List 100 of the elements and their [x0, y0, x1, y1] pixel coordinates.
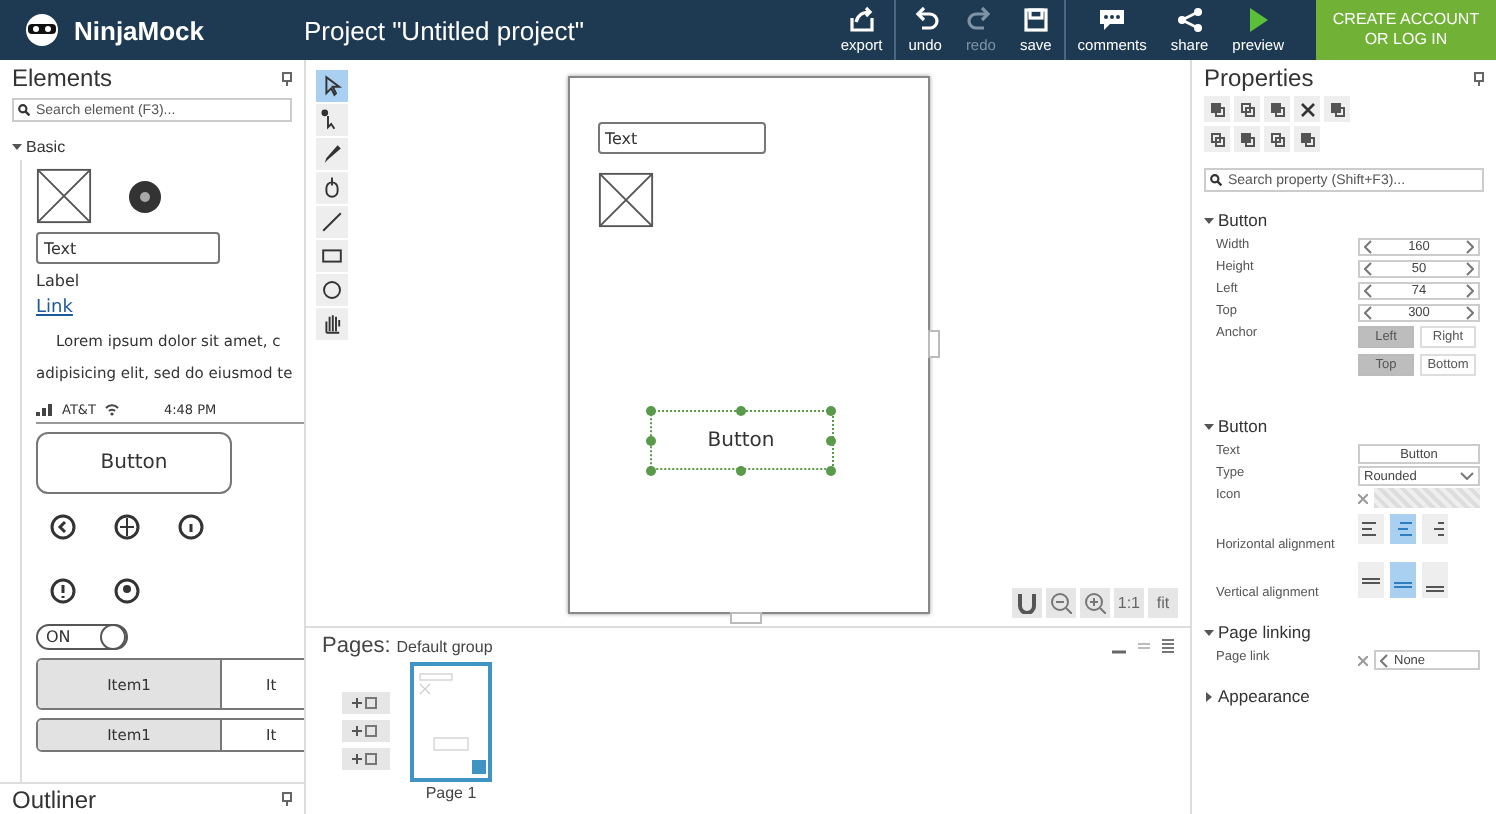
pen-icon [320, 142, 344, 166]
add-more-button[interactable] [342, 748, 390, 770]
layer-icon[interactable] [1264, 96, 1290, 122]
section-title[interactable]: Appearance [1218, 686, 1310, 706]
zoom-button[interactable]: 1:1 [1113, 588, 1144, 618]
resize-handle[interactable] [825, 466, 835, 476]
magnet-button[interactable] [1011, 588, 1042, 618]
tool-button[interactable] [316, 172, 348, 204]
page-thumbnail[interactable] [410, 662, 492, 782]
tool-button[interactable] [316, 70, 348, 102]
alignment-button[interactable] [1390, 514, 1416, 544]
layer-icon[interactable] [1234, 126, 1260, 152]
tool-button[interactable] [316, 104, 348, 136]
speech-bubble-icon [1098, 6, 1127, 34]
chevron-down-icon [1460, 472, 1474, 480]
add-more-icon [352, 752, 380, 766]
alignment-button[interactable] [1358, 562, 1384, 598]
resize-handle[interactable] [825, 436, 835, 446]
tool-button[interactable] [316, 138, 348, 170]
section-title[interactable]: Button [1218, 416, 1268, 436]
text-field[interactable]: Text [36, 232, 220, 264]
clear-icon[interactable] [1358, 655, 1368, 665]
resize-handle[interactable] [645, 466, 655, 476]
caret-icon[interactable] [12, 142, 22, 152]
close-icon[interactable] [1294, 96, 1320, 122]
caret-icon[interactable] [1204, 691, 1214, 701]
export-icon [847, 6, 876, 34]
resize-handle[interactable] [825, 406, 835, 416]
layer-icon[interactable] [1204, 126, 1230, 152]
rectangle-icon [320, 244, 344, 268]
tool-button[interactable] [316, 240, 348, 272]
signal-icon [36, 404, 54, 416]
tool-button[interactable] [316, 308, 348, 340]
section-title[interactable]: Button [1218, 210, 1268, 230]
resize-handle[interactable] [735, 406, 745, 416]
alignment-button[interactable] [1358, 514, 1384, 544]
play-icon [1244, 6, 1273, 34]
add-page-button[interactable] [342, 692, 390, 714]
panel-title: Properties [1204, 64, 1314, 92]
logo-text: NinjaMock [74, 15, 205, 45]
pin-icon[interactable] [1474, 71, 1484, 85]
add-page-icon [352, 696, 380, 710]
group-name: Default group [396, 637, 493, 655]
line-icon [320, 210, 344, 234]
panel-title: Pages: [322, 634, 391, 658]
search-icon [18, 104, 30, 116]
alignment-button[interactable] [1422, 562, 1448, 598]
link[interactable]: Link [36, 298, 73, 318]
align-center-icon [1394, 522, 1412, 536]
pin-icon[interactable] [282, 71, 292, 85]
mouse-icon [320, 176, 344, 200]
exclamation-icon [50, 578, 76, 604]
share-icon [1175, 6, 1204, 34]
search-icon [1210, 174, 1222, 186]
list-icon[interactable] [1162, 637, 1174, 655]
clear-icon[interactable] [1358, 493, 1368, 503]
circle-icon [320, 278, 344, 302]
hand-icon [320, 312, 344, 336]
resize-handle[interactable] [645, 406, 655, 416]
image-placeholder-icon [36, 168, 92, 224]
undo-icon [911, 6, 940, 34]
alignment-button[interactable] [1390, 562, 1416, 598]
panel-title: Outliner [12, 785, 97, 813]
layer-icon[interactable] [1264, 126, 1290, 152]
tool-button[interactable] [316, 274, 348, 306]
chevron-left-icon [1380, 653, 1388, 667]
panel-title: Elements [12, 64, 113, 92]
caret-icon[interactable] [1204, 627, 1214, 637]
group-label[interactable]: Basic [26, 138, 66, 156]
alignment-button[interactable] [1422, 514, 1448, 544]
resize-handle[interactable] [735, 466, 745, 476]
info-icon [178, 514, 204, 540]
resize-handle[interactable] [645, 436, 655, 446]
layer-icon[interactable] [1324, 96, 1350, 122]
align-middle-icon [1394, 578, 1412, 592]
cursor-icon [320, 74, 344, 98]
page-label[interactable]: Page 1 [425, 784, 477, 802]
zoom-in-button[interactable] [1079, 588, 1110, 618]
text-field[interactable]: Text [597, 122, 765, 154]
caret-icon[interactable] [1204, 421, 1214, 431]
label-text: Label [36, 272, 82, 290]
layer-icon[interactable] [1204, 96, 1230, 122]
pin-icon[interactable] [282, 792, 292, 806]
dark-circle-icon [128, 179, 162, 213]
ninja-logo-icon [20, 12, 64, 48]
toggle-switch[interactable]: ON [36, 624, 128, 650]
caret-icon[interactable] [1204, 215, 1214, 225]
zoom-out-button[interactable] [1045, 588, 1076, 618]
section-title[interactable]: Page linking [1218, 622, 1311, 642]
redo-icon [966, 6, 995, 34]
wifi-icon [103, 404, 120, 416]
back-circle-icon [50, 514, 76, 540]
add-folder-button[interactable] [342, 720, 390, 742]
align-left-icon [1362, 522, 1380, 536]
zoom-button[interactable]: fit [1148, 588, 1178, 618]
layer-icon[interactable] [1294, 126, 1320, 152]
project-title: Project "Untitled project" [304, 15, 587, 45]
sketch-button[interactable]: Button [36, 432, 232, 494]
layer-icon[interactable] [1234, 96, 1260, 122]
tool-button[interactable] [316, 206, 348, 238]
